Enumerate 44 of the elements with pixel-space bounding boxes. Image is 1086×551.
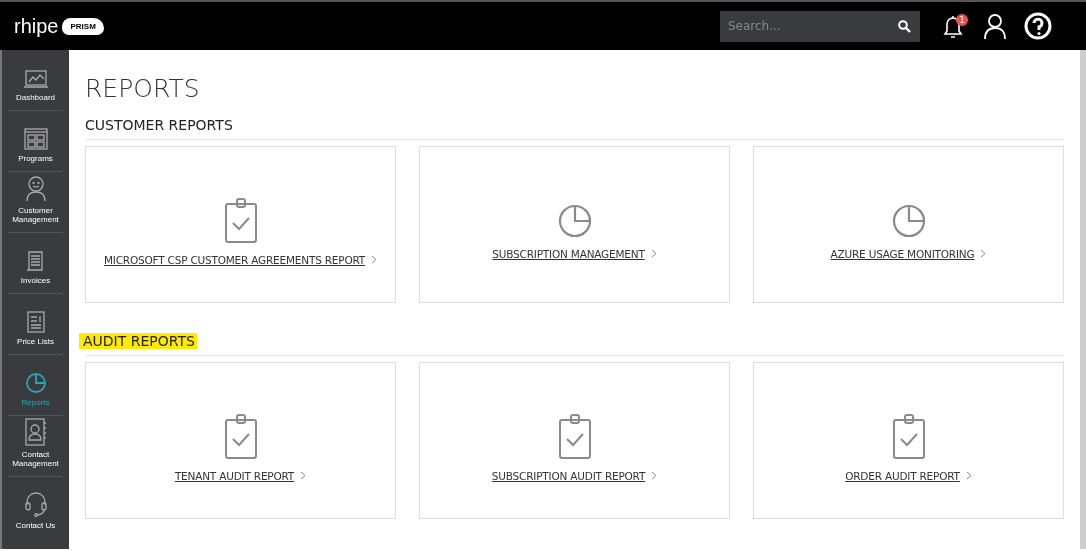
chevron-icon <box>300 471 307 480</box>
help-icon[interactable] <box>1024 12 1052 40</box>
sidebar-item[interactable]: Reports <box>8 355 63 416</box>
sidebar-item[interactable]: Contact Management <box>8 416 63 477</box>
user-icon[interactable] <box>984 13 1006 39</box>
clipboard-check-icon <box>891 413 926 460</box>
section-title: AUDIT REPORTS <box>79 333 197 349</box>
logo: rhipe <box>14 14 59 38</box>
chevron-icon <box>650 249 657 258</box>
notification-count: 1 <box>956 14 968 26</box>
clipboard-check-icon <box>557 413 592 460</box>
sidebar-item[interactable]: Dashboard <box>8 50 63 111</box>
address-book-icon <box>23 417 48 446</box>
logo-badge: PRISM <box>62 17 104 35</box>
section-title: CUSTOMER REPORTS <box>85 117 233 133</box>
search-field[interactable]: Search... <box>720 10 920 42</box>
report-link[interactable]: MICROSOFT CSP CUSTOMER AGREEMENTS REPORT <box>103 253 378 266</box>
report-link[interactable]: SUBSCRIPTION AUDIT REPORT <box>491 469 658 482</box>
page-title: REPORTS <box>85 74 201 103</box>
sidebar-item[interactable]: Programs <box>8 111 63 172</box>
clipboard-check-icon <box>223 413 258 460</box>
person-icon <box>23 175 48 202</box>
report-link[interactable]: ORDER AUDIT REPORT <box>845 469 972 482</box>
report-link[interactable]: TENANT AUDIT REPORT <box>174 469 307 482</box>
chevron-icon <box>371 255 378 264</box>
price-list-icon <box>24 310 47 333</box>
clipboard-check-icon <box>223 197 258 244</box>
chevron-icon <box>980 249 987 258</box>
pie-chart-icon <box>557 203 592 238</box>
sidebar-item[interactable]: Contact Us <box>8 477 63 538</box>
report-link[interactable]: AZURE USAGE MONITORING <box>830 247 987 260</box>
chevron-icon <box>965 471 972 480</box>
grid-icon <box>23 127 48 150</box>
search-icon[interactable] <box>898 19 911 33</box>
sidebar-item[interactable]: Customer Management <box>8 172 63 233</box>
pie-chart-icon <box>891 203 926 238</box>
sidebar-item[interactable]: Price Lists <box>8 294 63 355</box>
pie-chart-icon <box>24 371 47 394</box>
headset-icon <box>23 490 48 517</box>
sidebar-item[interactable]: Invoices <box>8 233 63 294</box>
chart-icon <box>23 68 48 89</box>
bell-icon[interactable] <box>942 13 964 39</box>
chevron-icon <box>651 471 658 480</box>
report-link[interactable]: SUBSCRIPTION MANAGEMENT <box>492 247 657 260</box>
